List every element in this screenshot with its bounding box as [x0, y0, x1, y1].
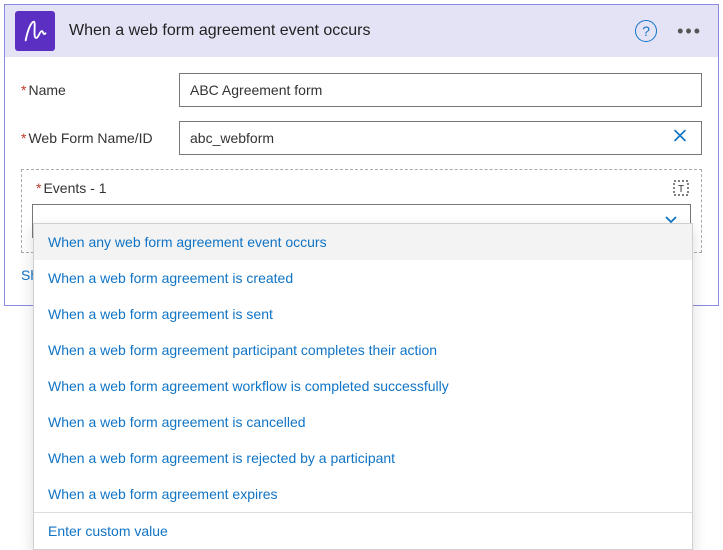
events-dropdown-menu: When any web form agreement event occurs… [33, 223, 693, 550]
events-option[interactable]: When a web form agreement participant co… [34, 332, 692, 368]
events-option[interactable]: When a web form agreement is rejected by… [34, 440, 692, 476]
trigger-card: When a web form agreement event occurs ?… [4, 4, 719, 306]
help-icon[interactable]: ? [635, 20, 657, 42]
events-option[interactable]: When a web form agreement is sent [34, 296, 692, 332]
events-label: *Events - 1 [36, 180, 691, 196]
name-input[interactable] [179, 73, 702, 107]
events-option[interactable]: When any web form agreement event occurs [34, 224, 692, 260]
events-option[interactable]: When a web form agreement is created [34, 260, 692, 296]
name-label: *Name [21, 82, 179, 98]
more-menu-icon[interactable]: ••• [671, 17, 708, 46]
events-option[interactable]: When a web form agreement expires [34, 476, 692, 512]
svg-text:T: T [678, 184, 684, 195]
events-option[interactable]: When a web form agreement workflow is co… [34, 368, 692, 404]
adobe-sign-icon [15, 11, 55, 51]
switch-to-array-icon[interactable]: T [671, 178, 691, 198]
card-title: When a web form agreement event occurs [69, 22, 635, 40]
events-option[interactable]: When a web form agreement is cancelled [34, 404, 692, 440]
webform-label: *Web Form Name/ID [21, 130, 179, 146]
webform-input[interactable] [179, 121, 702, 155]
webform-row: *Web Form Name/ID [21, 121, 702, 155]
card-header: When a web form agreement event occurs ?… [5, 5, 718, 57]
name-row: *Name [21, 73, 702, 107]
clear-icon[interactable] [664, 124, 696, 153]
events-custom-option[interactable]: Enter custom value [34, 512, 692, 549]
